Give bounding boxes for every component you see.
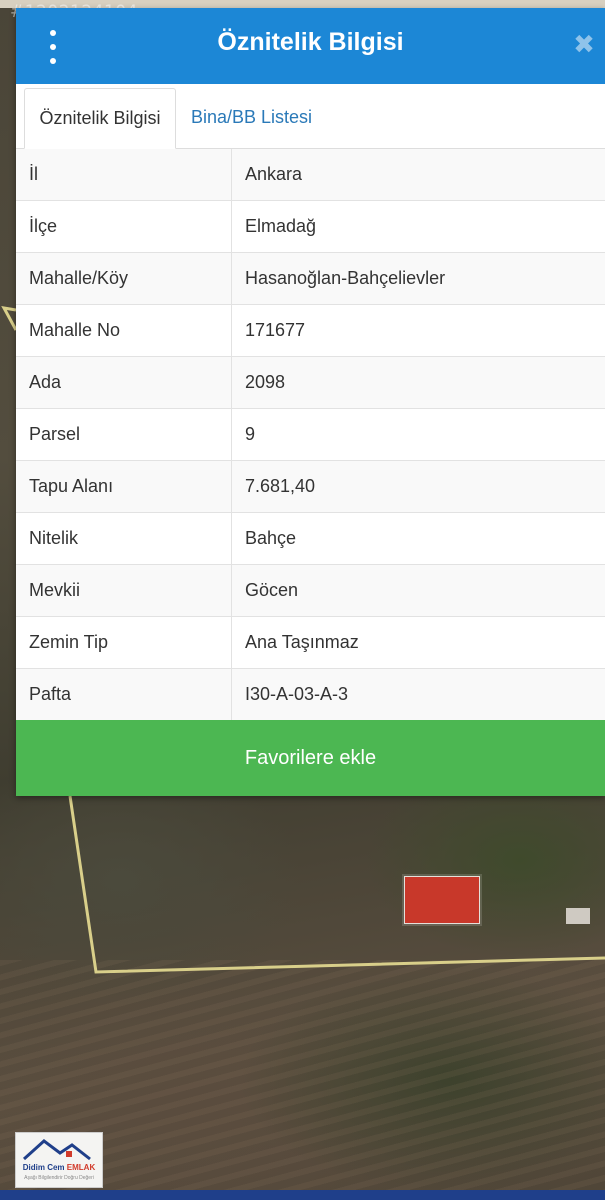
attribute-key: İlçe — [16, 200, 232, 253]
attribute-key: Mahalle No — [16, 304, 232, 357]
tab-bar: Öznitelik Bilgisi Bina/BB Listesi — [16, 84, 605, 149]
attribute-value: 9 — [231, 408, 605, 461]
attribute-key: Ada — [16, 356, 232, 409]
attribute-key: Tapu Alanı — [16, 460, 232, 513]
table-row: Mevkii Göcen — [16, 564, 605, 617]
add-to-favorites-button[interactable]: Favorilere ekle — [16, 720, 605, 796]
logo-roof — [22, 1139, 91, 1161]
logo-text: Didim Cem EMLAK — [16, 1163, 102, 1172]
attribute-value: Elmadağ — [231, 200, 605, 253]
table-row: Nitelik Bahçe — [16, 512, 605, 565]
logo-accent: EMLAK — [66, 1163, 96, 1172]
screen: #1202124104 Öznitelik Bilgisi ✖ Özniteli… — [0, 0, 605, 1200]
attribute-value: 171677 — [231, 304, 605, 357]
attribute-value: 2098 — [231, 356, 605, 409]
table-row: Pafta I30-A-03-A-3 — [16, 668, 605, 721]
parcel-boundary-line — [1, 306, 18, 331]
table-row: Ada 2098 — [16, 356, 605, 409]
attribute-value: I30-A-03-A-3 — [231, 668, 605, 721]
attribute-key: Pafta — [16, 668, 232, 721]
attribute-key: Mahalle/Köy — [16, 252, 232, 305]
attribute-value: Ankara — [231, 149, 605, 201]
attribute-table: İl Ankara İlçe Elmadağ Mahalle/Köy Hasanoğlan… — [16, 149, 605, 721]
attribute-dialog: Öznitelik Bilgisi ✖ Öznitelik Bilgisi Bi… — [16, 8, 605, 796]
attribute-key: İl — [16, 149, 232, 201]
attribute-key: Nitelik — [16, 512, 232, 565]
attribute-key: Mevkii — [16, 564, 232, 617]
dialog-title: Öznitelik Bilgisi — [217, 28, 404, 56]
parcel-boundary-line — [68, 795, 605, 974]
bottom-bar — [0, 1190, 605, 1200]
close-icon[interactable]: ✖ — [571, 32, 597, 58]
table-row: İlçe Elmadağ — [16, 200, 605, 253]
house-logo-icon — [22, 1139, 91, 1161]
logo-name: Didim Cem — [22, 1163, 65, 1172]
dialog-header: Öznitelik Bilgisi ✖ — [16, 8, 605, 84]
attribute-value: Bahçe — [231, 512, 605, 565]
attribute-key: Parsel — [16, 408, 232, 461]
attribute-key: Zemin Tip — [16, 616, 232, 669]
attribute-value: Ana Taşınmaz — [231, 616, 605, 669]
attribute-value: Göcen — [231, 564, 605, 617]
attribute-value: 7.681,40 — [231, 460, 605, 513]
logo-window — [66, 1151, 72, 1157]
menu-dot — [50, 58, 56, 64]
table-row: Zemin Tip Ana Taşınmaz — [16, 616, 605, 669]
table-row: Parsel 9 — [16, 408, 605, 461]
table-row: Mahalle/Köy Hasanoğlan-Bahçelievler — [16, 252, 605, 305]
small-building — [566, 908, 590, 924]
tab-attribute-info[interactable]: Öznitelik Bilgisi — [24, 88, 176, 149]
company-logo: Didim Cem EMLAK Aşağı Bilgilendirir Doğr… — [15, 1132, 103, 1188]
table-row: Tapu Alanı 7.681,40 — [16, 460, 605, 513]
tab-building-list[interactable]: Bina/BB Listesi — [191, 88, 312, 147]
logo-tagline: Aşağı Bilgilendirir Doğru Değeri — [24, 1175, 94, 1181]
house-roof — [404, 876, 480, 924]
attribute-value: Hasanoğlan-Bahçelievler — [231, 252, 605, 305]
table-row: Mahalle No 171677 — [16, 304, 605, 357]
table-row: İl Ankara — [16, 149, 605, 201]
